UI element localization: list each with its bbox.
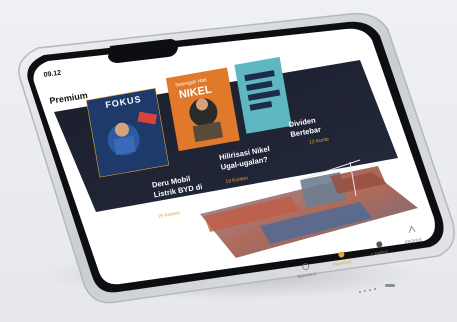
speaker-grille: [359, 284, 395, 293]
phone-mockup: 09.12 Premium FOKUS Setengah Hati NIKEL …: [18, 12, 455, 304]
card-cover-2[interactable]: Setengah Hati NIKEL: [165, 67, 240, 152]
card-cover-1[interactable]: FOKUS: [86, 87, 170, 178]
